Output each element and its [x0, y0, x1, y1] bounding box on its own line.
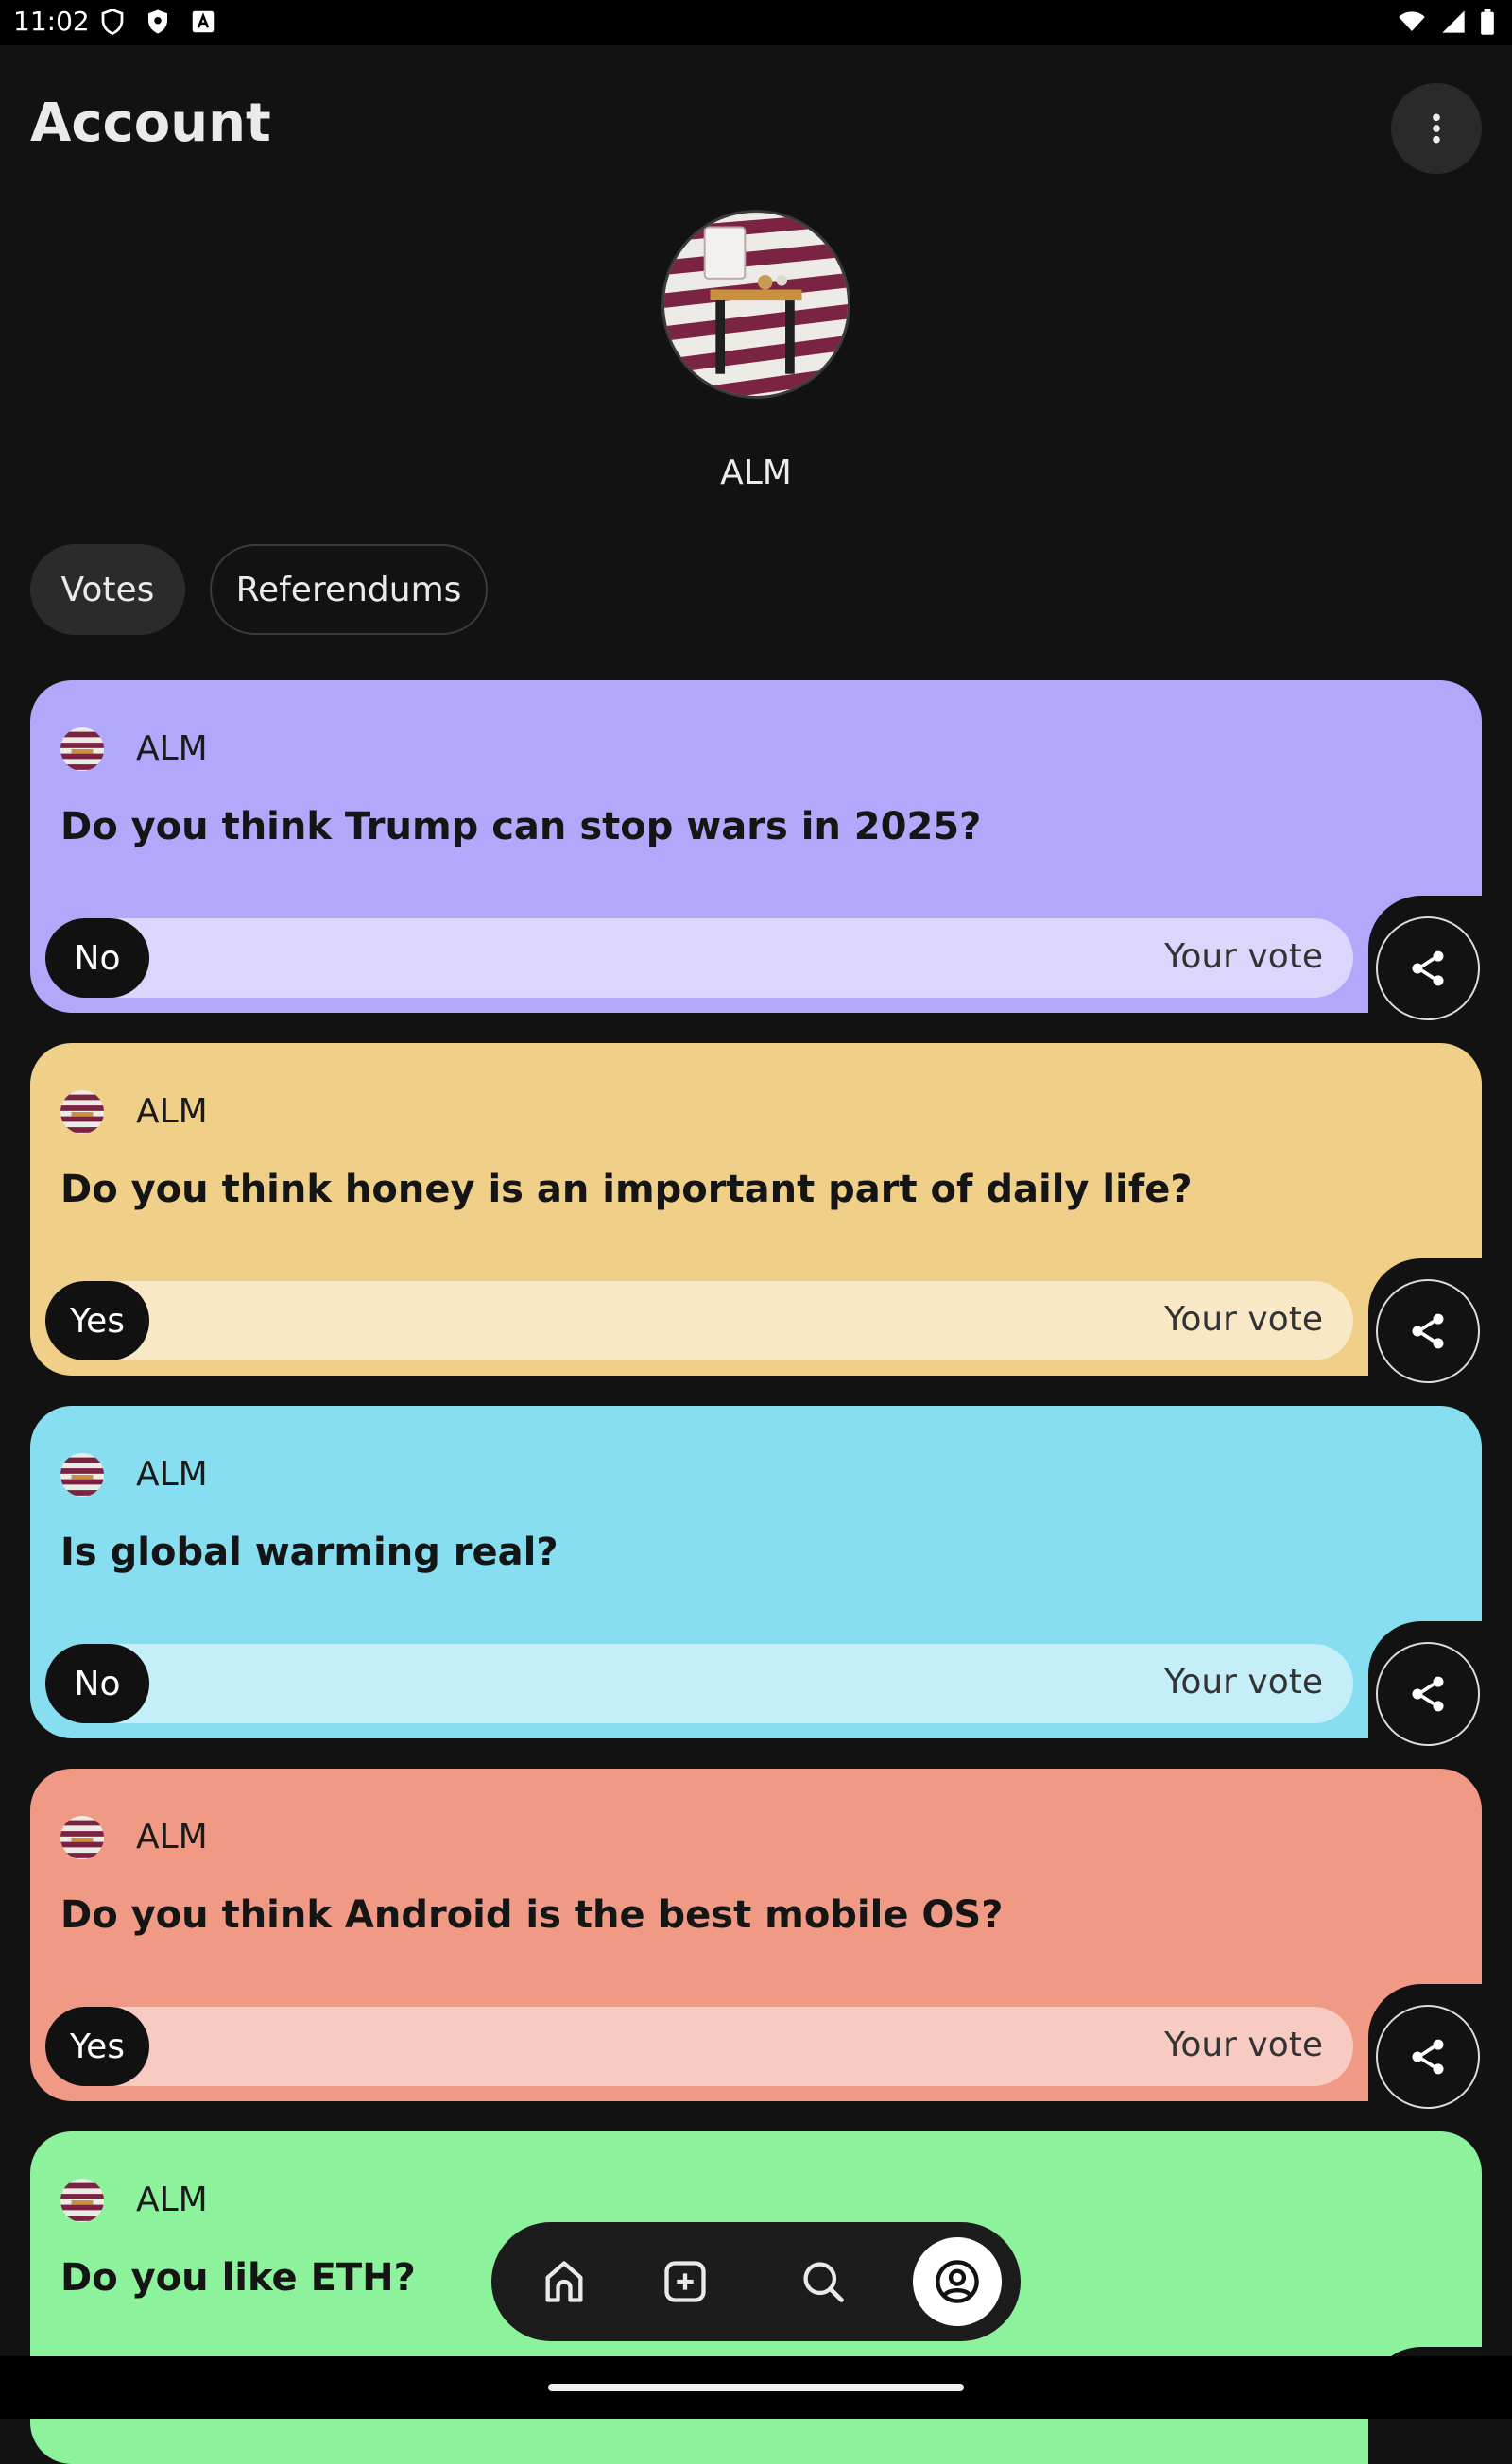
nav-create-button[interactable]: [641, 2237, 730, 2326]
status-bar: 11:02: [0, 0, 1512, 45]
author-avatar: [60, 727, 104, 771]
author-name: ALM: [136, 1818, 208, 1857]
poll-question: Is global warming real?: [60, 1531, 558, 1574]
vote-card[interactable]: ALM Do you think honey is an important p…: [30, 1043, 1482, 1383]
author-avatar: [60, 1453, 104, 1497]
more-options-button[interactable]: [1391, 83, 1482, 174]
author-name: ALM: [136, 1455, 208, 1494]
tab-votes[interactable]: Votes: [30, 544, 185, 635]
font-icon: [192, 10, 215, 33]
search-icon: [803, 2262, 844, 2302]
nav-account-button[interactable]: [913, 2237, 1002, 2326]
vote-card[interactable]: ALM Do you think Trump can stop wars in …: [30, 680, 1482, 1020]
vote-card[interactable]: ALM Do you think Android is the best mob…: [30, 1769, 1482, 2109]
vote-result-bar[interactable]: Yes Your vote: [45, 2007, 1353, 2086]
vote-card[interactable]: ALM Is global warming real? No Your vote: [30, 1406, 1482, 1746]
security-shield-icon: [148, 9, 167, 34]
home-icon: [545, 2261, 583, 2302]
share-button[interactable]: [1376, 1279, 1480, 1383]
nav-home-button[interactable]: [520, 2237, 609, 2326]
account-icon: [936, 2260, 979, 2303]
battery-icon: [1481, 9, 1494, 35]
page-title: Account: [30, 93, 271, 154]
author-avatar: [60, 1816, 104, 1859]
profile-name: ALM: [720, 453, 792, 492]
vote-choice-badge: No: [45, 918, 149, 998]
author-name: ALM: [136, 1092, 208, 1131]
vote-choice-badge: Yes: [45, 2007, 149, 2086]
poll-question: Do you like ETH?: [60, 2256, 416, 2300]
share-icon: [1412, 1313, 1444, 1349]
share-icon: [1412, 1676, 1444, 1712]
profile-avatar[interactable]: [662, 210, 850, 399]
your-vote-label: Your vote: [1164, 2026, 1323, 2064]
profile-photo: [664, 213, 848, 396]
author-avatar: [60, 2179, 104, 2222]
share-icon: [1412, 2039, 1444, 2075]
poll-question: Do you think honey is an important part …: [60, 1168, 1193, 1211]
your-vote-label: Your vote: [1164, 1663, 1323, 1702]
author-name: ALM: [136, 2181, 208, 2219]
share-button[interactable]: [1376, 1642, 1480, 1746]
tab-referendums[interactable]: Referendums: [210, 544, 488, 635]
vote-choice-badge: No: [45, 1644, 149, 1723]
home-indicator[interactable]: [548, 2384, 964, 2391]
poll-question: Do you think Trump can stop wars in 2025…: [60, 805, 982, 848]
vote-result-bar[interactable]: Yes Your vote: [45, 1281, 1353, 1360]
nav-search-button[interactable]: [779, 2237, 868, 2326]
signal-icon: [1442, 10, 1465, 33]
add-icon: [664, 2261, 706, 2302]
your-vote-label: Your vote: [1164, 937, 1323, 976]
author-avatar: [60, 1090, 104, 1134]
poll-question: Do you think Android is the best mobile …: [60, 1893, 1004, 1937]
author-name: ALM: [136, 729, 208, 768]
share-icon: [1412, 950, 1444, 986]
share-button[interactable]: [1376, 2005, 1480, 2109]
vote-result-bar[interactable]: No Your vote: [45, 1644, 1353, 1723]
vote-result-bar[interactable]: No Your vote: [45, 918, 1353, 998]
wifi-icon: [1399, 11, 1425, 31]
vote-choice-badge: Yes: [45, 1281, 149, 1360]
more-vert-icon: [1433, 113, 1440, 144]
bottom-navigation: [491, 2222, 1021, 2341]
share-button[interactable]: [1376, 916, 1480, 1020]
status-time: 11:02: [13, 6, 90, 37]
shield-icon: [101, 9, 124, 36]
your-vote-label: Your vote: [1164, 1300, 1323, 1339]
